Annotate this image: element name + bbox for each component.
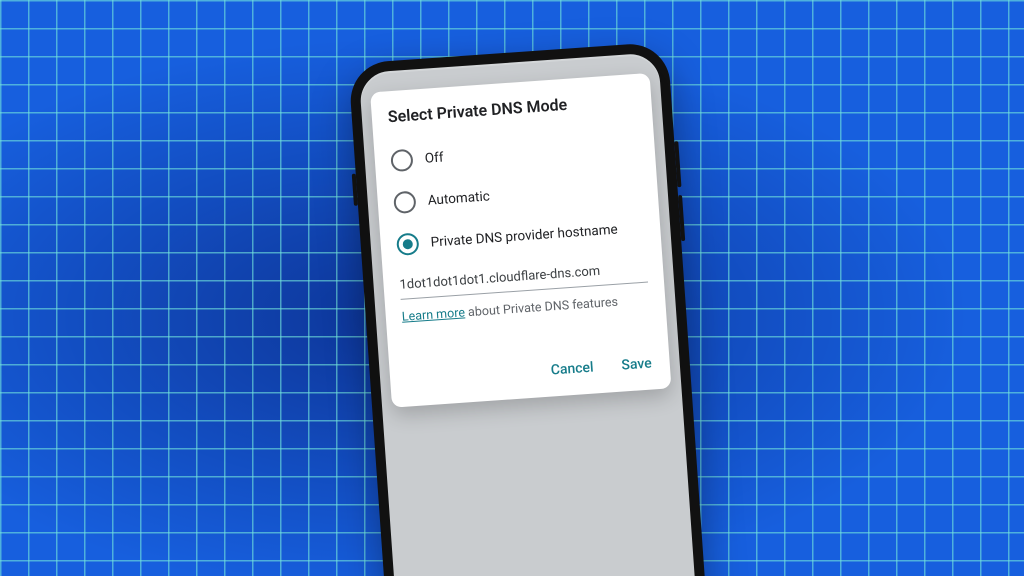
- save-button[interactable]: Save: [619, 351, 655, 377]
- radio-label-off: Off: [424, 150, 444, 167]
- radio-label-hostname: Private DNS provider hostname: [430, 222, 618, 251]
- private-dns-dialog: Select Private DNS Mode Off Automatic Pr…: [370, 73, 671, 408]
- radio-label-automatic: Automatic: [427, 188, 490, 208]
- learn-more-link[interactable]: Learn more: [401, 305, 465, 324]
- learn-more-line: Learn more about Private DNS features: [401, 293, 649, 325]
- phone-side-button-left: [352, 174, 358, 206]
- dialog-title: Select Private DNS Mode: [387, 90, 636, 126]
- phone-frame: Select Private DNS Mode Off Automatic Pr…: [348, 42, 712, 576]
- cancel-button[interactable]: Cancel: [548, 355, 596, 382]
- radio-icon-checked: [396, 232, 419, 255]
- learn-more-text: about Private DNS features: [464, 295, 618, 321]
- radio-icon: [390, 149, 413, 172]
- radio-icon: [393, 191, 416, 214]
- dialog-actions: Cancel Save: [405, 351, 654, 398]
